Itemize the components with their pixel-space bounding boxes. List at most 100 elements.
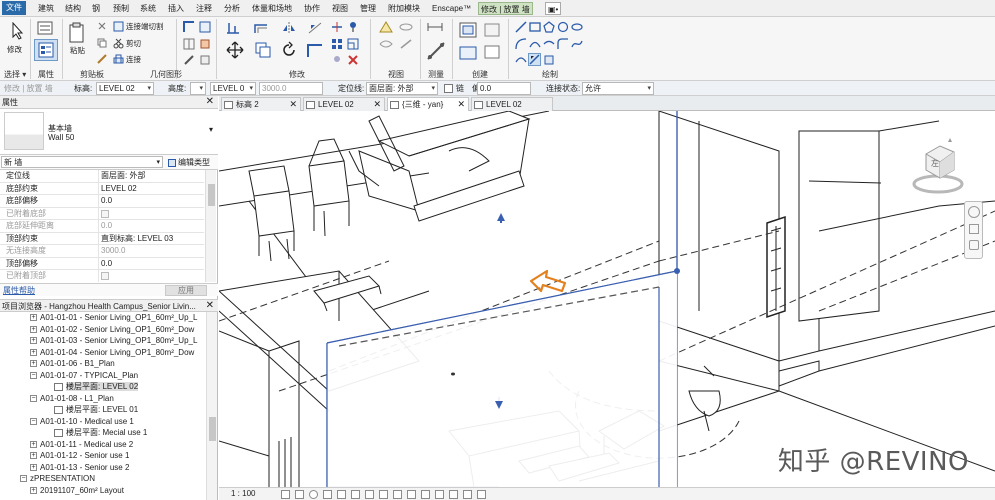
pan-icon[interactable] — [969, 240, 979, 250]
tab-3d-yan[interactable]: {三维 - yan} ✕ — [387, 97, 469, 112]
worksharing-display-icon[interactable] — [421, 490, 430, 499]
menu-systems[interactable]: 系统 — [138, 2, 158, 15]
trim-extend-icon[interactable] — [306, 41, 324, 59]
tree-item[interactable]: + A01-01-03 - Senior Living_OP1_80m²_Up_L — [30, 335, 197, 347]
match-type-icon[interactable] — [96, 53, 108, 65]
copy-icon[interactable] — [96, 37, 108, 49]
paste-button-label[interactable]: 粘贴 — [70, 45, 85, 56]
join-geometry-icon[interactable] — [112, 53, 124, 65]
draw-tangent-arc-icon[interactable] — [542, 37, 555, 50]
draw-spline-icon[interactable] — [570, 37, 583, 50]
reveal-hidden-icon[interactable] — [407, 490, 416, 499]
collapse-icon[interactable]: − — [20, 475, 27, 483]
paste-icon[interactable] — [66, 21, 88, 45]
collapse-icon[interactable]: − — [30, 371, 37, 379]
modify-cursor-icon[interactable] — [8, 21, 28, 41]
draw-arc-center-icon[interactable] — [528, 37, 541, 50]
menu-steel[interactable]: 钢 — [90, 2, 102, 15]
shadows-icon[interactable] — [323, 490, 332, 499]
cope-icon[interactable] — [198, 20, 212, 34]
project-browser-scrollbar[interactable] — [206, 312, 217, 500]
tree-item[interactable]: − zPRESENTATION — [20, 473, 95, 485]
properties-help-link[interactable]: 属性帮助 — [3, 285, 35, 296]
menu-enscape[interactable]: Enscape™ — [430, 2, 473, 15]
height-mode-dropdown[interactable]: ▾ — [190, 82, 206, 95]
draw-arc-icon[interactable] — [514, 37, 527, 50]
wall-endpoint-grip[interactable] — [674, 268, 680, 274]
tree-item[interactable]: − A01-01-10 - Medical use 1 — [30, 416, 134, 428]
scale-icon[interactable] — [346, 37, 360, 51]
tree-item-view[interactable]: 楼层平面: LEVEL 01 — [54, 404, 138, 416]
menu-manage[interactable]: 管理 — [358, 2, 378, 15]
menu-extra[interactable]: ▣• — [545, 2, 562, 15]
menu-annotate[interactable]: 注释 — [194, 2, 214, 15]
expand-icon[interactable]: + — [30, 325, 37, 333]
dimension-icon[interactable] — [426, 41, 446, 61]
draw-polygon-icon[interactable] — [542, 20, 555, 33]
location-line-dropdown[interactable]: 面层面: 外部 ▾ — [366, 82, 438, 95]
tab-level-02-b[interactable]: LEVEL 02 — [471, 97, 553, 111]
join-cut-label[interactable]: 连接端切割 — [126, 21, 164, 32]
close-icon[interactable]: ✕ — [289, 98, 297, 111]
show-crop-icon[interactable] — [365, 490, 374, 499]
split-face-icon[interactable] — [182, 37, 196, 51]
expand-icon[interactable]: + — [30, 440, 37, 448]
draw-partial-ellipse-icon[interactable] — [514, 53, 527, 66]
expand-icon[interactable]: + — [30, 314, 37, 322]
close-icon[interactable]: ✕ — [206, 96, 214, 108]
property-row[interactable]: 顶部偏移 0.0 — [0, 257, 204, 270]
detail-level-icon[interactable] — [281, 490, 290, 499]
override-graphics-icon[interactable] — [398, 20, 414, 34]
height-value-input[interactable]: 3000.0 — [259, 82, 323, 95]
rotate-icon[interactable] — [280, 41, 298, 59]
tree-item[interactable]: + A01-01-11 - Medical use 2 — [30, 439, 133, 451]
menu-analyze[interactable]: 分析 — [222, 2, 242, 15]
expand-icon[interactable]: + — [30, 360, 37, 368]
instance-filter-dropdown[interactable]: 新 墙 ▾ — [1, 156, 163, 168]
properties-scrollbar[interactable] — [205, 170, 216, 282]
temporary-hide-icon[interactable] — [378, 37, 394, 51]
tree-item-view[interactable]: 楼层平面: Mecial use 1 — [54, 427, 147, 439]
hide-element-icon[interactable] — [378, 20, 394, 34]
expand-icon[interactable]: + — [30, 337, 37, 345]
mirror-draw-icon[interactable] — [306, 20, 324, 36]
tree-item[interactable]: + A01-01-06 - B1_Plan — [30, 358, 115, 370]
create-parts-icon[interactable] — [482, 21, 502, 39]
tree-item[interactable]: + A01-01-02 - Senior Living_OP1_60m²_Dow — [30, 324, 194, 336]
create-assembly-icon[interactable] — [458, 21, 478, 39]
tree-item[interactable]: − A01-01-07 - TYPICAL_Plan — [30, 370, 138, 382]
view-scale[interactable]: 1 : 100 — [231, 489, 255, 498]
crop-view-icon[interactable] — [351, 490, 360, 499]
highlight-displacement-icon[interactable] — [463, 490, 472, 499]
lock-3d-icon[interactable] — [379, 490, 388, 499]
tree-item[interactable]: + A01-01-01 - Senior Living_OP1_60m²_Up_L — [30, 312, 197, 324]
draw-fillet-icon[interactable] — [556, 37, 569, 50]
draw-rectangle-icon[interactable] — [528, 20, 541, 33]
align-icon[interactable] — [224, 20, 242, 36]
wall-flip-arrow-up-icon[interactable] — [497, 213, 505, 221]
pick-faces-icon[interactable] — [542, 53, 555, 66]
render-icon[interactable] — [337, 490, 346, 499]
zoom-icon[interactable] — [969, 224, 979, 234]
steering-wheel-icon[interactable] — [968, 206, 980, 218]
expand-icon[interactable]: + — [30, 452, 37, 460]
cut-label[interactable]: 剪切 — [126, 38, 141, 49]
mirror-icon[interactable] — [280, 20, 298, 36]
apply-button[interactable]: 应用 — [165, 285, 207, 296]
wall-joins-icon[interactable] — [182, 20, 196, 34]
cut-geometry-icon[interactable] — [96, 20, 108, 32]
analytical-model-icon[interactable] — [449, 490, 458, 499]
menu-structure[interactable]: 结构 — [63, 2, 83, 15]
move-icon[interactable] — [226, 41, 244, 59]
copy-element-icon[interactable] — [254, 41, 272, 59]
collapse-icon[interactable]: − — [30, 394, 37, 402]
expand-icon[interactable]: + — [30, 486, 37, 494]
3d-view-canvas[interactable]: 左 知乎 @REVINO — [219, 111, 995, 487]
close-icon[interactable]: ✕ — [206, 300, 214, 312]
properties-icon[interactable] — [34, 39, 58, 61]
join-cut-icon[interactable] — [112, 20, 124, 32]
linework-icon[interactable] — [398, 37, 414, 51]
chain-checkbox[interactable] — [444, 84, 453, 93]
type-selector[interactable]: 基本墙 Wall 50 ▾ — [0, 109, 218, 155]
level-dropdown[interactable]: LEVEL 02 ▾ — [96, 82, 154, 95]
